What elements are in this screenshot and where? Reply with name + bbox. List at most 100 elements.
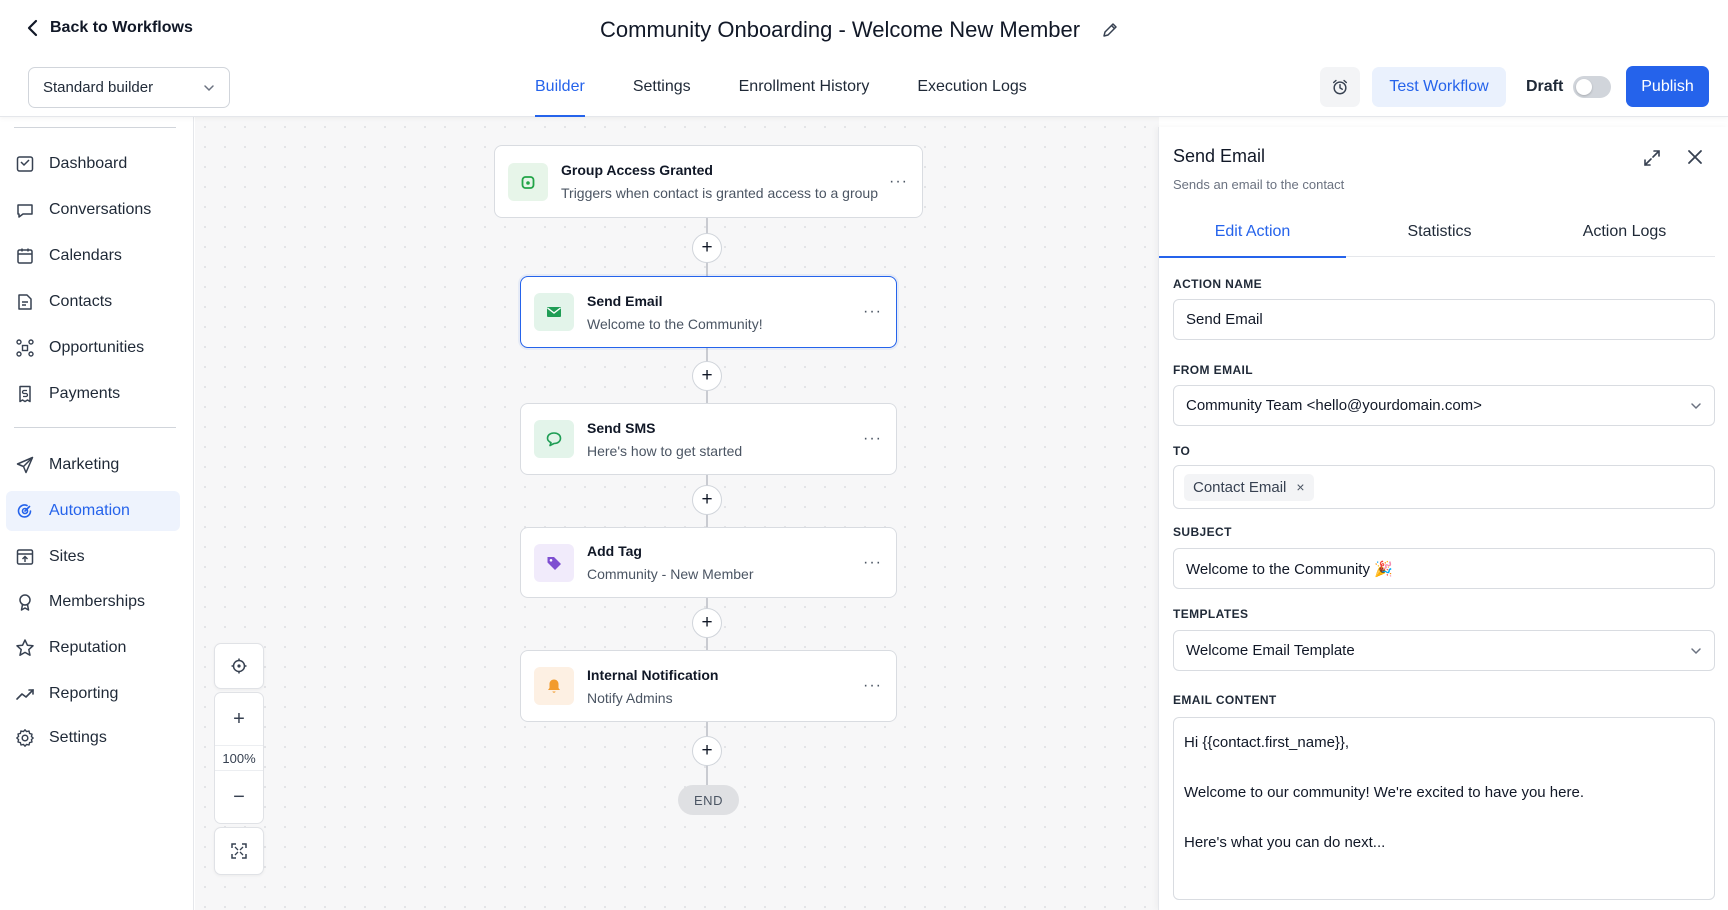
sidebar-item-reporting[interactable]: Reporting — [6, 674, 180, 714]
sidebar-item-settings[interactable]: Settings — [6, 718, 180, 758]
add-step-button[interactable]: + — [692, 608, 722, 638]
contacts-icon — [18, 294, 32, 310]
tab-settings[interactable]: Settings — [633, 78, 691, 117]
node-title: Internal Notification — [587, 666, 719, 683]
publish-button[interactable]: Publish — [1626, 66, 1709, 107]
tab-statistics[interactable]: Statistics — [1346, 207, 1533, 257]
draft-toggle[interactable] — [1573, 76, 1611, 98]
node-icon-wrap — [534, 293, 574, 331]
sidebar-item-conversations[interactable]: Conversations — [6, 190, 180, 230]
zoom-in-button[interactable]: + — [215, 701, 263, 737]
add-step-button[interactable]: + — [692, 233, 722, 263]
workflow-canvas[interactable] — [195, 117, 1159, 910]
remove-chip-icon[interactable]: × — [1296, 479, 1304, 495]
back-to-workflows-link[interactable]: Back to Workflows — [26, 19, 193, 37]
subject-value: Welcome to the Community 🎉 — [1186, 560, 1393, 578]
sidebar-item-marketing[interactable]: Marketing — [6, 445, 180, 485]
trigger-icon-wrap — [508, 162, 548, 201]
add-step-button[interactable]: + — [692, 485, 722, 515]
recenter-button[interactable] — [214, 643, 264, 689]
sidebar-item-calendars[interactable]: Calendars — [6, 236, 180, 276]
node-title: Send SMS — [587, 419, 656, 436]
fit-view-button[interactable] — [214, 827, 264, 875]
tab-builder[interactable]: Builder — [535, 78, 585, 117]
internal-notification-node[interactable]: Internal Notification Notify Admins ··· — [520, 650, 897, 722]
sidebar-item-label: Reputation — [49, 639, 127, 656]
node-icon-wrap — [534, 543, 574, 582]
templates-label: TEMPLATES — [1173, 607, 1249, 621]
tab-action-logs[interactable]: Action Logs — [1531, 207, 1718, 257]
action-name-value: Send Email — [1186, 311, 1263, 328]
tab-execution-logs[interactable]: Execution Logs — [917, 78, 1026, 117]
alarm-clock-icon — [1332, 79, 1348, 95]
sidebar-item-memberships[interactable]: Memberships — [6, 582, 180, 622]
sidebar-item-label: Dashboard — [49, 155, 128, 172]
pencil-icon[interactable] — [1102, 22, 1118, 38]
sidebar-item-sites[interactable]: Sites — [6, 537, 180, 577]
sms-icon — [546, 432, 562, 447]
sidebar: Dashboard Conversations Calendars Contac… — [0, 117, 194, 910]
bell-icon — [548, 679, 560, 693]
email-content-line: Welcome to our community! We're excited … — [1184, 784, 1584, 801]
chevron-down-icon — [204, 84, 214, 91]
more-options-icon[interactable]: ··· — [863, 554, 882, 571]
node-title: Add Tag — [587, 543, 642, 559]
zoom-out-button[interactable]: − — [215, 779, 263, 815]
sidebar-item-opportunities[interactable]: Opportunities — [6, 328, 180, 368]
sidebar-item-reputation[interactable]: Reputation — [6, 628, 180, 668]
chevron-down-icon — [1691, 647, 1701, 654]
end-marker: END — [678, 785, 739, 815]
panel-subtitle: Sends an email to the contact — [1173, 177, 1345, 192]
add-step-button[interactable]: + — [692, 736, 722, 766]
sidebar-item-label: Reporting — [49, 685, 119, 702]
recipient-chip-label: Contact Email — [1193, 478, 1287, 496]
from-email-value: Community Team <hello@yourdomain.com> — [1186, 397, 1482, 414]
sidebar-item-automation[interactable]: Automation — [6, 491, 180, 531]
zoom-level: 100% — [215, 745, 263, 771]
sidebar-item-label: Memberships — [49, 593, 146, 610]
main-tabs: Builder Settings Enrollment History Exec… — [535, 78, 1075, 117]
more-options-icon[interactable]: ··· — [889, 173, 908, 190]
node-subtitle: Welcome to the Community! — [587, 315, 763, 332]
sidebar-item-label: Sites — [49, 548, 85, 565]
email-content-label: EMAIL CONTENT — [1173, 693, 1277, 707]
action-name-field[interactable]: Send Email — [1173, 299, 1715, 340]
sidebar-item-payments[interactable]: Payments — [6, 374, 180, 414]
test-workflow-button[interactable]: Test Workflow — [1372, 67, 1506, 107]
add-tag-node[interactable]: Add Tag Community - New Member ··· — [520, 527, 897, 598]
sites-icon — [16, 549, 34, 565]
sidebar-item-contacts[interactable]: Contacts — [6, 282, 180, 322]
node-subtitle: Community - New Member — [587, 566, 754, 582]
sidebar-item-label: Opportunities — [49, 339, 145, 356]
tab-edit-action[interactable]: Edit Action — [1159, 207, 1346, 258]
fit-screen-icon — [231, 843, 247, 859]
send-icon — [16, 456, 34, 474]
sidebar-item-label: Calendars — [49, 247, 122, 264]
calendar-icon — [17, 248, 33, 264]
send-sms-node[interactable]: Send SMS Here's how to get started ··· — [520, 403, 897, 475]
trigger-node[interactable]: Group Access Granted Triggers when conta… — [494, 145, 923, 218]
email-content-editor[interactable]: Hi {{contact.first_name}}, Welcome to ou… — [1173, 717, 1715, 900]
to-field[interactable]: Contact Email × — [1173, 465, 1715, 509]
expand-icon[interactable] — [1642, 148, 1662, 168]
more-options-icon[interactable]: ··· — [863, 678, 882, 694]
from-email-select[interactable]: Community Team <hello@yourdomain.com> — [1173, 385, 1715, 426]
subject-field[interactable]: Welcome to the Community 🎉 — [1173, 548, 1715, 589]
panel-title: Send Email — [1173, 146, 1266, 166]
add-step-button[interactable]: + — [692, 361, 722, 391]
node-subtitle: Notify Admins — [587, 689, 673, 706]
star-icon — [16, 639, 34, 656]
tab-enrollment-history[interactable]: Enrollment History — [739, 78, 870, 117]
more-options-icon[interactable]: ··· — [863, 431, 882, 447]
send-email-node[interactable]: Send Email Welcome to the Community! ··· — [520, 276, 897, 348]
automation-icon — [17, 504, 32, 518]
close-icon[interactable] — [1685, 147, 1705, 167]
builder-type-select[interactable]: Standard builder — [28, 67, 230, 108]
sidebar-item-dashboard[interactable]: Dashboard — [6, 144, 180, 184]
alarm-clock-button[interactable] — [1320, 67, 1360, 107]
templates-select[interactable]: Welcome Email Template — [1173, 630, 1715, 671]
email-content-line: Hi {{contact.first_name}}, — [1184, 734, 1350, 751]
sidebar-item-label: Marketing — [49, 456, 120, 473]
action-name-label: ACTION NAME — [1173, 277, 1263, 291]
more-options-icon[interactable]: ··· — [863, 304, 882, 320]
